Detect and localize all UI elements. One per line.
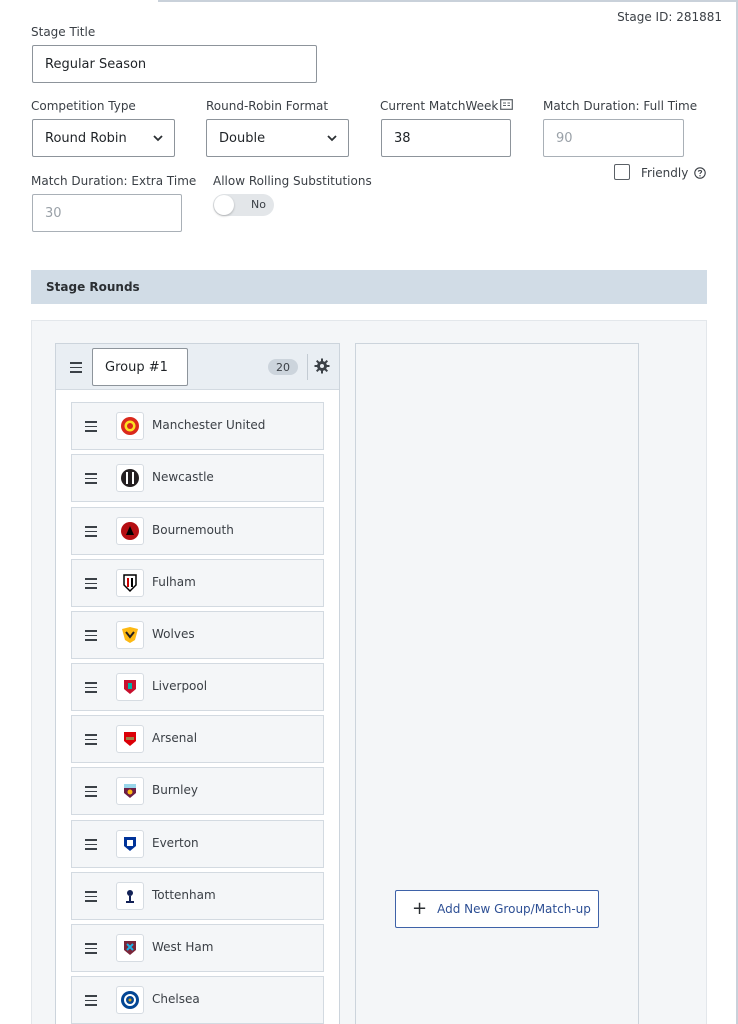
drag-handle-icon[interactable] [85,734,97,745]
drag-handle-icon[interactable] [85,578,97,589]
toggle-knob [214,195,234,215]
add-group-button[interactable]: + Add New Group/Match-up [395,890,599,928]
drag-handle-icon[interactable] [85,891,97,902]
drag-handle-icon[interactable] [85,421,97,432]
club-crest-icon [116,986,144,1014]
team-count-badge: 20 [268,359,298,375]
friendly-checkbox[interactable] [614,164,630,180]
drag-handle-icon[interactable] [85,839,97,850]
current-matchweek-value: 38 [394,130,411,146]
chevron-down-icon [153,135,163,142]
club-crest-icon [116,569,144,597]
drag-handle-icon[interactable] [85,943,97,954]
friendly-label: Friendly [641,166,689,180]
drag-handle-icon[interactable] [85,630,97,641]
club-crest-icon [116,830,144,858]
club-crest-icon [116,621,144,649]
current-matchweek-label: Current MatchWeek [380,99,499,113]
team-row[interactable]: Wolves [71,611,324,659]
club-crest-icon [116,934,144,962]
stage-rounds-title: Stage Rounds [46,280,140,294]
team-name: Burnley [152,783,198,797]
group-name-value: Group #1 [105,359,168,375]
round-robin-format-label: Round-Robin Format [206,99,329,113]
current-matchweek-input[interactable]: 38 [381,119,511,157]
stage-title-value: Regular Season [45,56,147,72]
drag-handle-icon[interactable] [85,995,97,1006]
club-crest-icon [116,517,144,545]
team-row[interactable]: Fulham [71,559,324,607]
stage-id: Stage ID: 281881 [617,10,722,24]
group-name-input[interactable]: Group #1 [92,348,188,386]
club-crest-icon [116,412,144,440]
plus-icon: + [412,898,428,919]
group-card: Group #1 20 Manchester United Newcastle … [55,343,340,1024]
extra-time-label: Match Duration: Extra Time [31,174,197,188]
team-row[interactable]: Burnley [71,767,324,815]
team-row[interactable]: Bournemouth [71,507,324,555]
team-name: Fulham [152,575,196,589]
extra-time-placeholder: 30 [45,205,62,221]
help-icon[interactable] [694,167,706,179]
rolling-subs-label: Allow Rolling Substitutions [213,174,372,188]
drag-handle-icon[interactable] [85,473,97,484]
add-group-label: Add New Group/Match-up [437,902,591,916]
club-crest-icon [116,673,144,701]
top-border [158,0,738,2]
drag-handle-icon[interactable] [85,526,97,537]
competition-type-label: Competition Type [31,99,136,113]
competition-type-select[interactable]: Round Robin [32,119,175,157]
rolling-subs-state: No [251,198,266,211]
team-name: Chelsea [152,992,200,1006]
team-name: Liverpool [152,679,208,693]
team-row[interactable]: Chelsea [71,976,324,1024]
team-name: Wolves [152,627,195,641]
team-row[interactable]: Tottenham [71,872,324,920]
club-crest-icon [116,882,144,910]
team-row[interactable]: Manchester United [71,402,324,450]
team-row[interactable]: Liverpool [71,663,324,711]
team-name: Manchester United [152,418,266,432]
team-row[interactable]: Newcastle [71,454,324,502]
drag-handle-icon[interactable] [70,362,82,373]
stage-title-input[interactable]: Regular Season [32,45,317,83]
gear-icon[interactable] [314,358,330,374]
club-crest-icon [116,777,144,805]
chevron-down-icon [327,135,337,142]
stage-title-label: Stage Title [31,25,96,39]
team-row[interactable]: Arsenal [71,715,324,763]
drag-handle-icon[interactable] [85,682,97,693]
group-header: Group #1 20 [56,344,339,390]
full-time-label: Match Duration: Full Time [543,99,698,113]
round-robin-format-value: Double [219,130,266,146]
stage-rounds-header: Stage Rounds [31,270,707,304]
club-crest-icon [116,464,144,492]
competition-type-value: Round Robin [45,130,127,146]
team-name: Bournemouth [152,523,234,537]
club-crest-icon [116,725,144,753]
full-time-input[interactable]: 90 [543,119,684,157]
team-name: Arsenal [152,731,198,745]
team-row[interactable]: West Ham [71,924,324,972]
team-name: Everton [152,836,199,850]
full-time-placeholder: 90 [556,130,573,146]
drag-handle-icon[interactable] [85,786,97,797]
header-divider [307,354,308,380]
round-robin-format-select[interactable]: Double [206,119,349,157]
rolling-subs-toggle[interactable]: No [213,194,274,216]
team-name: Newcastle [152,470,214,484]
team-row[interactable]: Everton [71,820,324,868]
calendar-icon [500,99,513,110]
extra-time-input[interactable]: 30 [32,194,182,232]
team-name: Tottenham [152,888,216,902]
team-name: West Ham [152,940,214,954]
